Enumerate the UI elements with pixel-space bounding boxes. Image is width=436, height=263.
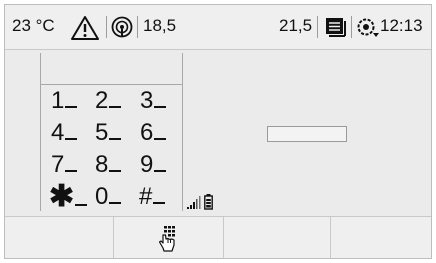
softkey-1[interactable]	[5, 217, 113, 258]
status-bar: 23 °C 18,5 21,5 12:13	[5, 5, 431, 50]
key-0[interactable]: 0	[95, 183, 122, 211]
signal-strength-icon	[187, 196, 201, 215]
trip-value-left: 18,5	[143, 16, 177, 35]
key-6[interactable]: 6	[140, 119, 167, 147]
clock: 12:13	[380, 16, 423, 35]
settings-gear-icon[interactable]	[356, 17, 380, 44]
outside-temperature: 23 °C	[12, 16, 55, 35]
dialed-number-field	[40, 84, 182, 85]
key-4[interactable]: 4	[51, 119, 78, 147]
softkey-keypad[interactable]	[114, 217, 223, 258]
key-5[interactable]: 5	[95, 119, 122, 147]
key-hash[interactable]: #	[139, 183, 166, 211]
key-8[interactable]: 8	[95, 151, 122, 179]
contact-name-field[interactable]	[267, 126, 347, 142]
key-7[interactable]: 7	[51, 151, 78, 179]
battery-icon	[204, 194, 213, 215]
trip-value-right: 21,5	[279, 16, 313, 35]
status-separator	[317, 16, 318, 38]
softkey-3[interactable]	[224, 217, 330, 258]
hand-keypad-icon	[157, 226, 179, 257]
key-1[interactable]: 1	[51, 87, 78, 115]
status-separator	[137, 16, 138, 38]
key-2[interactable]: 2	[95, 87, 122, 115]
key-star[interactable]: ✱	[49, 182, 88, 212]
warning-triangle-icon[interactable]	[70, 15, 100, 46]
wireless-signal-icon[interactable]	[111, 16, 133, 43]
key-9[interactable]: 9	[140, 151, 167, 179]
status-separator	[351, 16, 352, 38]
softkey-4[interactable]	[331, 217, 431, 258]
key-3[interactable]: 3	[140, 87, 167, 115]
softkey-bar	[5, 216, 431, 258]
list-menu-icon[interactable]	[326, 17, 346, 42]
phone-dial-screen: 23 °C 18,5 21,5 12:13 1 2 3 4 5 6 7 8 9 …	[4, 4, 432, 259]
status-separator	[106, 16, 107, 38]
